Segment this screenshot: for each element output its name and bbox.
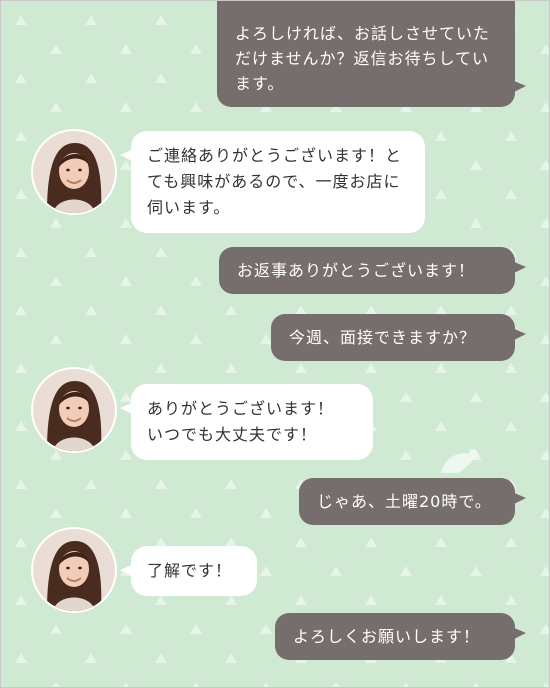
chat-frame: よろしければ、お話しさせていただけませんか？返信お待ちしています。 ご連絡ありが… [0,0,550,688]
incoming-message: 了解です！ [120,546,257,596]
outgoing-message: よろしければ、お話しさせていただけませんか？返信お待ちしています。 [217,1,526,107]
woman-avatar [33,131,115,213]
outgoing-message: じゃあ、土曜20時で。 [299,478,526,525]
chat-thread: よろしければ、お話しさせていただけませんか？返信お待ちしています。 ご連絡ありが… [1,1,549,687]
woman-avatar [33,529,115,611]
outgoing-message: 今週、面接できますか？ [271,314,526,361]
woman-avatar [33,369,115,451]
outgoing-message: よろしくお願いします！ [275,613,526,660]
outgoing-message: お返事ありがとうございます！ [219,247,526,294]
incoming-message: ご連絡ありがとうございます！とても興味があるので、一度お店に伺います。 [120,131,425,233]
incoming-message: ありがとうございます！ いつでも大丈夫です！ [120,384,373,460]
